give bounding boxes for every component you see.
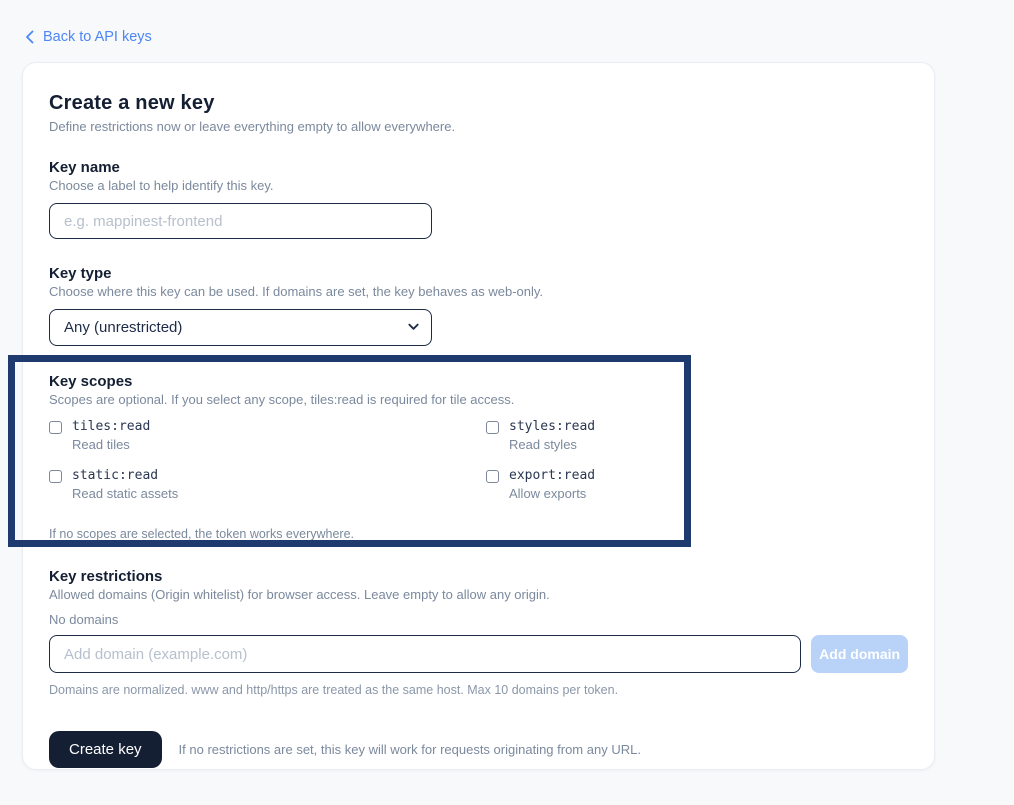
- add-domain-row: Add domain: [49, 635, 908, 673]
- scope-code: tiles:read: [72, 420, 150, 434]
- key-scopes-section: Key scopes Scopes are optional. If you s…: [49, 374, 908, 541]
- scope-item-tiles-read[interactable]: tiles:read Read tiles: [49, 420, 486, 451]
- scope-checkbox-styles-read[interactable]: [486, 421, 499, 434]
- create-key-button[interactable]: Create key: [49, 731, 162, 768]
- scope-description: Read styles: [509, 438, 595, 451]
- scope-description: Read static assets: [72, 487, 178, 500]
- scope-description: Allow exports: [509, 487, 595, 500]
- key-restrictions-label: Key restrictions: [49, 569, 908, 584]
- scope-code: export:read: [509, 469, 595, 483]
- scope-code: styles:read: [509, 420, 595, 434]
- add-domain-input[interactable]: [49, 635, 801, 673]
- scope-description: Read tiles: [72, 438, 150, 451]
- back-to-api-keys-link[interactable]: Back to API keys: [25, 29, 152, 45]
- chevron-left-icon: [25, 30, 34, 44]
- key-restrictions-description: Allowed domains (Origin whitelist) for b…: [49, 588, 908, 601]
- submit-row: Create key If no restrictions are set, t…: [49, 731, 908, 768]
- key-scopes-description: Scopes are optional. If you select any s…: [49, 393, 908, 406]
- scopes-note: If no scopes are selected, the token wor…: [49, 528, 908, 541]
- page-title: Create a new key: [49, 93, 908, 113]
- key-name-section: Key name Choose a label to help identify…: [49, 160, 908, 239]
- key-type-section: Key type Choose where this key can be us…: [49, 266, 908, 346]
- key-type-description: Choose where this key can be used. If do…: [49, 285, 908, 298]
- scope-item-static-read[interactable]: static:read Read static assets: [49, 469, 486, 500]
- page-subtitle: Define restrictions now or leave everyth…: [49, 120, 908, 133]
- key-restrictions-section: Key restrictions Allowed domains (Origin…: [49, 569, 908, 697]
- scope-checkbox-export-read[interactable]: [486, 470, 499, 483]
- create-key-card: Create a new key Define restrictions now…: [22, 62, 935, 770]
- scope-code: static:read: [72, 469, 178, 483]
- key-type-select[interactable]: Any (unrestricted): [49, 309, 432, 346]
- back-link-label: Back to API keys: [43, 29, 152, 45]
- key-scopes-label: Key scopes: [49, 374, 908, 389]
- key-name-input[interactable]: [49, 203, 432, 239]
- key-type-label: Key type: [49, 266, 908, 281]
- scope-item-export-read[interactable]: export:read Allow exports: [486, 469, 908, 500]
- submit-note: If no restrictions are set, this key wil…: [179, 742, 641, 757]
- add-domain-button[interactable]: Add domain: [811, 635, 908, 673]
- scopes-grid: tiles:read Read tiles styles:read Read s…: [49, 420, 908, 500]
- key-name-label: Key name: [49, 160, 908, 175]
- scope-checkbox-tiles-read[interactable]: [49, 421, 62, 434]
- no-domains-text: No domains: [49, 613, 908, 626]
- key-name-description: Choose a label to help identify this key…: [49, 179, 908, 192]
- scope-item-styles-read[interactable]: styles:read Read styles: [486, 420, 908, 451]
- scope-checkbox-static-read[interactable]: [49, 470, 62, 483]
- domains-note: Domains are normalized. www and http/htt…: [49, 684, 908, 697]
